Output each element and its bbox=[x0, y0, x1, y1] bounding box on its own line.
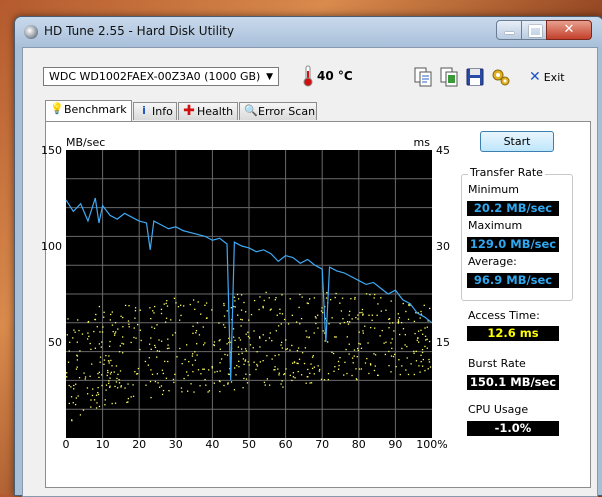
health-cross-icon: ✚ bbox=[183, 103, 195, 119]
exit-label: Exit bbox=[543, 71, 565, 84]
cpu-usage-label: CPU Usage bbox=[468, 403, 529, 416]
tab-label: Error Scan bbox=[258, 105, 316, 118]
drive-select[interactable]: WDC WD1002FAEX-00Z3A0 (1000 GB) ▼ bbox=[43, 67, 279, 86]
maximize-button[interactable] bbox=[521, 20, 547, 40]
temperature-value: 40 °C bbox=[317, 69, 353, 83]
tab-error-scan[interactable]: 🔍 Error Scan bbox=[239, 102, 317, 120]
tab-label: Info bbox=[152, 105, 173, 118]
close-button[interactable] bbox=[546, 20, 592, 40]
minimum-value: 20.2 MB/sec bbox=[467, 201, 559, 216]
maximum-label: Maximum bbox=[468, 219, 523, 232]
tab-label: Benchmark bbox=[64, 103, 127, 116]
tab-health[interactable]: ✚ Health bbox=[178, 102, 238, 120]
average-label: Average: bbox=[468, 255, 517, 268]
thermometer-icon bbox=[303, 65, 313, 87]
tab-benchmark[interactable]: 💡 Benchmark bbox=[45, 100, 132, 121]
burst-rate-value: 150.1 MB/sec bbox=[467, 375, 559, 390]
window-title: HD Tune 2.55 - Hard Disk Utility bbox=[44, 24, 235, 38]
magnifier-icon: 🔍 bbox=[244, 104, 258, 117]
title-bar[interactable]: HD Tune 2.55 - Hard Disk Utility bbox=[15, 17, 602, 47]
close-x-icon: ✕ bbox=[529, 69, 541, 85]
app-icon bbox=[24, 25, 38, 39]
burst-rate-label: Burst Rate bbox=[468, 357, 526, 370]
options-icon[interactable] bbox=[490, 66, 512, 88]
maximum-value: 129.0 MB/sec bbox=[467, 237, 559, 252]
access-time-label: Access Time: bbox=[468, 309, 540, 322]
copy-screenshot-icon[interactable] bbox=[438, 66, 460, 88]
average-value: 96.9 MB/sec bbox=[467, 273, 559, 288]
transfer-rate-label: Transfer Rate bbox=[468, 166, 545, 179]
chevron-down-icon: ▼ bbox=[266, 72, 273, 82]
tab-label: Health bbox=[197, 105, 234, 118]
access-time-value: 12.6 ms bbox=[467, 326, 559, 341]
tab-info[interactable]: i Info bbox=[133, 102, 177, 120]
save-icon[interactable] bbox=[464, 66, 486, 88]
info-icon: i bbox=[142, 104, 146, 117]
exit-button[interactable]: ✕ Exit bbox=[529, 69, 565, 85]
cpu-usage-value: -1.0% bbox=[467, 421, 559, 436]
lightbulb-icon: 💡 bbox=[50, 102, 64, 115]
toolbar: WDC WD1002FAEX-00Z3A0 (1000 GB) ▼ 40 °C bbox=[23, 48, 597, 96]
minimum-label: Minimum bbox=[468, 183, 519, 196]
drive-select-value: WDC WD1002FAEX-00Z3A0 (1000 GB) bbox=[49, 70, 261, 83]
copy-text-icon[interactable] bbox=[412, 66, 434, 88]
minimize-button[interactable] bbox=[496, 20, 522, 40]
start-button[interactable]: Start bbox=[480, 131, 554, 152]
